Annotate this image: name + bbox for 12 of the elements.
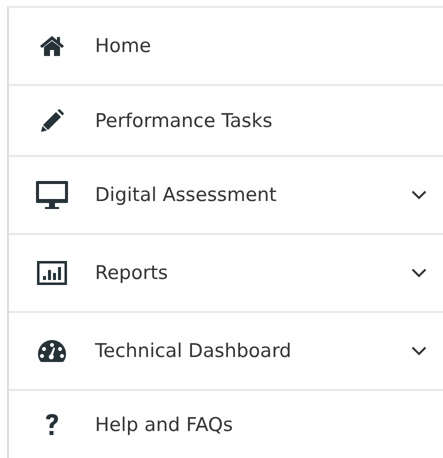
menu-item[interactable]: Reports [9, 235, 443, 313]
bar-chart-icon [36, 260, 68, 286]
speedometer-icon [37, 339, 67, 363]
monitor-icon [35, 180, 69, 210]
question-mark-icon [44, 413, 60, 437]
menu-item[interactable]: Help and FAQs [9, 391, 443, 458]
menu-item[interactable]: Home [9, 8, 443, 86]
pencil-icon [40, 108, 64, 132]
menu-item[interactable]: Technical Dashboard [9, 313, 443, 391]
menu-item[interactable]: Performance Tasks [9, 86, 443, 157]
home-icon [39, 35, 65, 57]
menu-item[interactable]: Digital Assessment [9, 157, 443, 235]
